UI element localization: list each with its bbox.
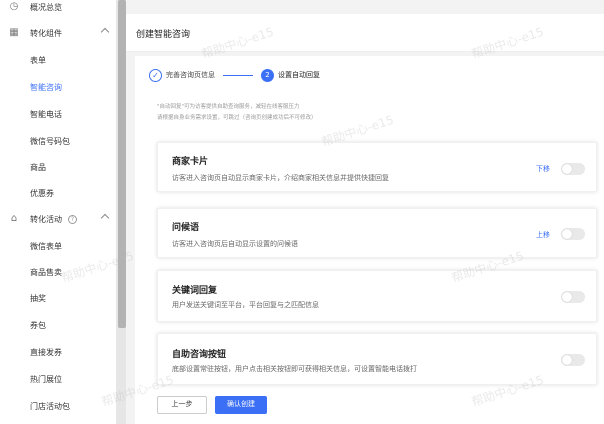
sidebar-item-lottery[interactable]: 抽奖 xyxy=(0,285,116,311)
sidebar-item-wechat-pack[interactable]: 微信号码包 xyxy=(0,128,116,154)
self-service-toggle[interactable] xyxy=(561,354,585,366)
sidebar-item-conversion-activity[interactable]: ⌂ 转化活动 ? xyxy=(0,206,116,232)
card-merchant: 商家卡片 访客进入咨询页自动显示商家卡片，介绍商家相关信息并提供快捷回复 下移 xyxy=(157,142,597,192)
grid-icon: ▦ xyxy=(9,27,19,38)
card-self-service-button: 自助咨询按钮 底部设置常驻按钮，用户点击相关按钮即可获得相关信息，可设置智能电话… xyxy=(157,333,597,385)
step-2-number: 2 xyxy=(261,68,274,82)
chevron-up-icon xyxy=(100,27,110,37)
scrollbar-thumb[interactable] xyxy=(118,0,126,328)
sidebar-item-hot-booth[interactable]: 热门展位 xyxy=(0,366,116,392)
sidebar-item-goods-sale[interactable]: 商品售卖 xyxy=(0,259,116,285)
step-1-label: 完善咨询页信息 xyxy=(166,71,215,79)
sidebar-item-form[interactable]: 表单 xyxy=(0,47,116,73)
sidebar-item-label: 转化组件 xyxy=(30,28,62,38)
card-desc: 底部设置常驻按钮，用户点击相关按钮即可获得相关信息，可设置智能电话拨打 xyxy=(172,365,417,373)
card-title: 关键词回复 xyxy=(172,286,218,296)
sidebar-item-label: 概况总览 xyxy=(30,2,62,12)
card-greeting: 问候语 访客进入咨询页后自动显示设置的问候语 上移 xyxy=(157,208,597,258)
sidebar-item-label: 微信表单 xyxy=(30,241,62,251)
card-title: 商家卡片 xyxy=(172,157,209,167)
sidebar-item-label: 热门展位 xyxy=(30,374,62,384)
sidebar-item-label: 商品 xyxy=(30,162,46,172)
move-up-link[interactable]: 上移 xyxy=(536,230,550,240)
card-title: 问候语 xyxy=(172,223,200,233)
sidebar-item-overview[interactable]: ◷ 概况总览 xyxy=(0,0,116,20)
sidebar-item-smart-consult[interactable]: 智能咨询 xyxy=(0,74,116,100)
card-desc: 用户发送关键词至平台，平台回复与之匹配信息 xyxy=(172,301,319,309)
merchant-card-toggle[interactable] xyxy=(561,163,585,175)
chevron-up-icon xyxy=(100,213,110,223)
description-line-1: "自动回复"可为访客提供自助查询服务，减轻在线客服压力 xyxy=(157,104,300,110)
check-icon: ✓ xyxy=(149,68,162,82)
toggle-knob xyxy=(562,292,572,302)
steps: ✓ 完善咨询页信息 2 设置自动回复 xyxy=(149,68,320,82)
sidebar-item-label: 表单 xyxy=(30,55,46,65)
sidebar-item-coupon[interactable]: 优惠券 xyxy=(0,180,116,206)
sidebar-item-label: 抽奖 xyxy=(30,293,46,303)
sidebar-item-label: 门店活动包 xyxy=(30,401,70,411)
toggle-knob xyxy=(562,229,572,239)
confirm-create-button[interactable]: 确认创建 xyxy=(215,396,267,414)
sidebar-item-direct-coupon[interactable]: 直接发券 xyxy=(0,339,116,365)
greeting-toggle[interactable] xyxy=(561,228,585,240)
card-title: 自助咨询按钮 xyxy=(172,350,227,360)
sidebar-item-label: 优惠券 xyxy=(30,188,54,198)
card-keyword-reply: 关键词回复 用户发送关键词至平台，平台回复与之匹配信息 xyxy=(157,270,597,322)
card-desc: 访客进入咨询页后自动显示设置的问候语 xyxy=(172,240,298,248)
sidebar-item-wechat-form[interactable]: 微信表单 xyxy=(0,233,116,259)
clock-icon: ◷ xyxy=(9,1,19,12)
sidebar-item-conversion-components[interactable]: ▦ 转化组件 xyxy=(0,20,116,46)
step-connector xyxy=(223,74,253,76)
sidebar-item-goods[interactable]: 商品 xyxy=(0,154,116,180)
sidebar-item-label: 智能咨询 xyxy=(30,82,62,92)
page-title: 创建智能咨询 xyxy=(136,30,191,40)
sidebar-item-smart-phone[interactable]: 智能电话 xyxy=(0,101,116,127)
prev-step-button[interactable]: 上一步 xyxy=(157,396,207,414)
keyword-reply-toggle[interactable] xyxy=(561,291,585,303)
sidebar-item-label: 商品售卖 xyxy=(30,267,62,277)
step-2-label: 设置自动回复 xyxy=(278,71,320,79)
description-line-2: 请根据自身业务需求设置，可跳过（咨询页创建成功后不可修改） xyxy=(157,115,317,121)
header: 创建智能咨询 xyxy=(126,14,604,52)
gift-icon: ⌂ xyxy=(10,213,18,224)
card-desc: 访客进入咨询页自动显示商家卡片，介绍商家相关信息并提供快捷回复 xyxy=(172,174,389,182)
toggle-knob xyxy=(562,355,572,365)
sidebar-item-label: 券包 xyxy=(30,320,46,330)
toggle-knob xyxy=(562,164,572,174)
sidebar-item-coupon-pack[interactable]: 券包 xyxy=(0,312,116,338)
sidebar-item-label: 直接发券 xyxy=(30,347,62,357)
help-icon[interactable]: ? xyxy=(68,214,77,224)
sidebar-item-label: 微信号码包 xyxy=(30,136,70,146)
sidebar-item-label: 转化活动 xyxy=(30,214,62,224)
sidebar: ◷ 概况总览 ▦ 转化组件 表单 智能咨询 智能电话 微信号码包 商品 优惠券 … xyxy=(0,0,116,424)
main-panel: ✓ 完善咨询页信息 2 设置自动回复 "自动回复"可为访客提供自助查询服务，减轻… xyxy=(135,56,604,424)
sidebar-item-store-activity[interactable]: 门店活动包 xyxy=(0,393,116,419)
move-down-link[interactable]: 下移 xyxy=(536,164,550,174)
sidebar-item-label: 智能电话 xyxy=(30,109,62,119)
